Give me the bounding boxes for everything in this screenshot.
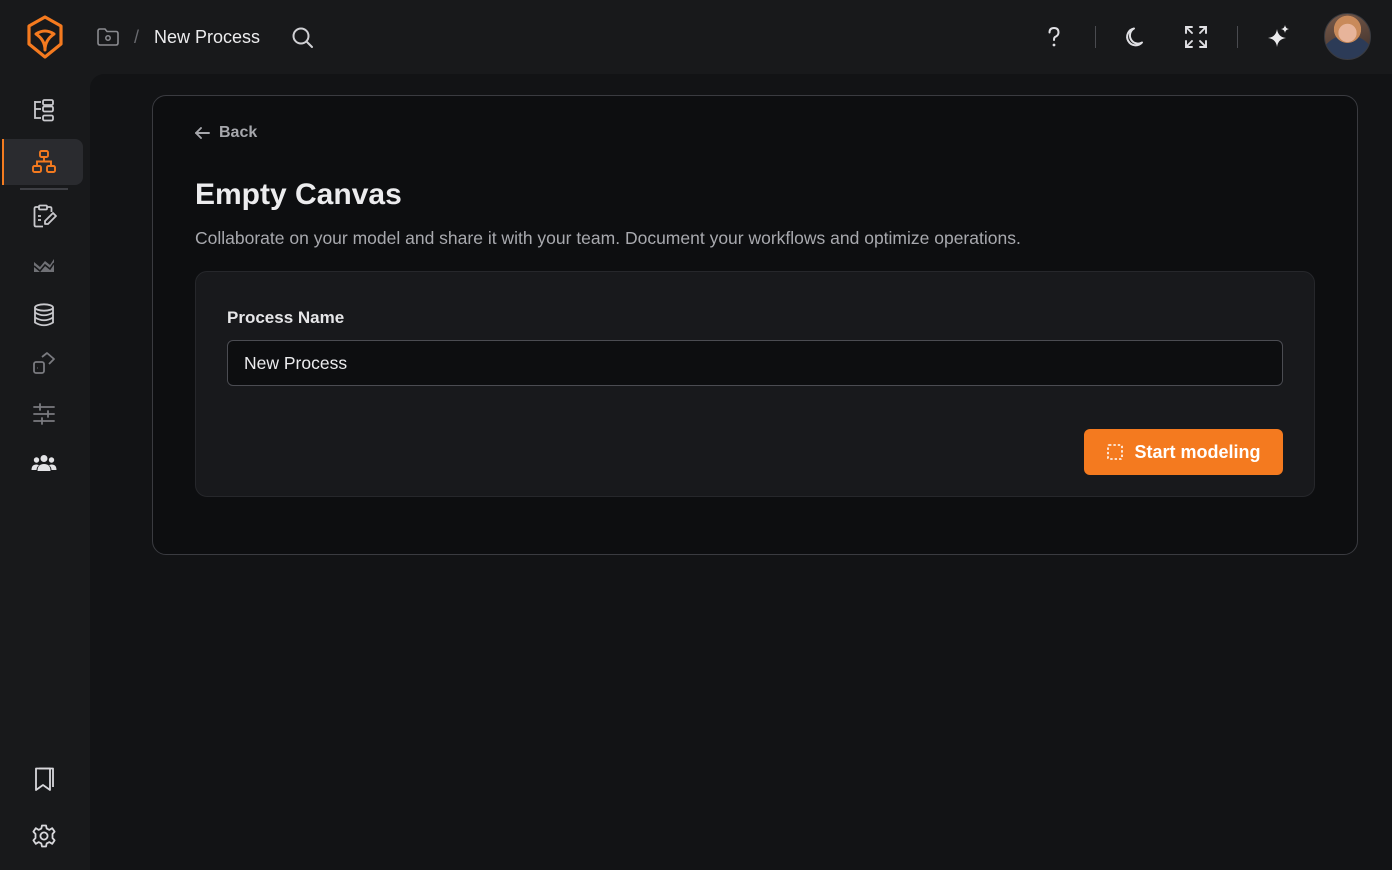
- toolbar-divider: [1237, 26, 1238, 48]
- arrow-left-icon: [195, 127, 210, 139]
- new-process-card: Back Empty Canvas Collaborate on your mo…: [152, 95, 1358, 555]
- search-icon[interactable]: [290, 25, 316, 51]
- breadcrumb-separator: /: [134, 27, 140, 47]
- back-link[interactable]: Back: [193, 124, 257, 142]
- page-subtitle: Collaborate on your model and share it w…: [195, 228, 1021, 248]
- sidebar-item-bookmarks[interactable]: [0, 756, 88, 802]
- filters-icon: [33, 403, 55, 425]
- fullscreen-icon[interactable]: [1183, 24, 1209, 50]
- sidebar-item-process-tree[interactable]: [0, 88, 88, 134]
- bookmark-icon: [35, 767, 54, 791]
- breadcrumb-process-title[interactable]: New Process: [154, 27, 260, 48]
- tasks-icon: [33, 204, 57, 228]
- toolbar-divider: [1095, 26, 1096, 48]
- moon-icon[interactable]: [1124, 24, 1150, 50]
- main-content: Back Empty Canvas Collaborate on your mo…: [90, 74, 1392, 870]
- sidebar-item-integrations[interactable]: [0, 341, 88, 387]
- process-model-icon: [31, 150, 56, 173]
- help-icon[interactable]: [1040, 23, 1068, 51]
- process-form: Process Name Start modeling: [195, 271, 1315, 497]
- sidebar-item-tasks[interactable]: [0, 193, 88, 239]
- active-indicator-line: [20, 188, 68, 190]
- page-title: Empty Canvas: [195, 178, 402, 211]
- sidebar: [0, 74, 90, 870]
- start-modeling-button[interactable]: Start modeling: [1084, 429, 1283, 475]
- top-bar: / New Process: [0, 0, 1392, 74]
- canvas-frame-icon: [1107, 444, 1124, 460]
- team-icon: [31, 455, 57, 471]
- sidebar-item-database[interactable]: [0, 292, 88, 338]
- sidebar-item-settings[interactable]: [0, 813, 88, 859]
- analytics-icon: [33, 259, 55, 273]
- process-name-input[interactable]: [227, 340, 1283, 386]
- sidebar-item-analytics[interactable]: [0, 242, 88, 288]
- process-tree-icon: [34, 99, 54, 122]
- sidebar-item-filters[interactable]: [0, 391, 88, 437]
- database-icon: [34, 303, 54, 327]
- start-modeling-label: Start modeling: [1134, 441, 1261, 462]
- folder-icon[interactable]: [96, 26, 120, 48]
- integrations-icon: [33, 352, 55, 374]
- user-avatar[interactable]: [1324, 13, 1371, 60]
- process-name-label: Process Name: [227, 308, 345, 327]
- back-label: Back: [219, 124, 258, 141]
- settings-icon: [32, 824, 56, 848]
- sparkles-icon[interactable]: [1264, 23, 1292, 51]
- sidebar-item-team[interactable]: [0, 440, 88, 486]
- sidebar-item-process-model[interactable]: [2, 139, 83, 185]
- app-logo-icon[interactable]: [24, 14, 66, 60]
